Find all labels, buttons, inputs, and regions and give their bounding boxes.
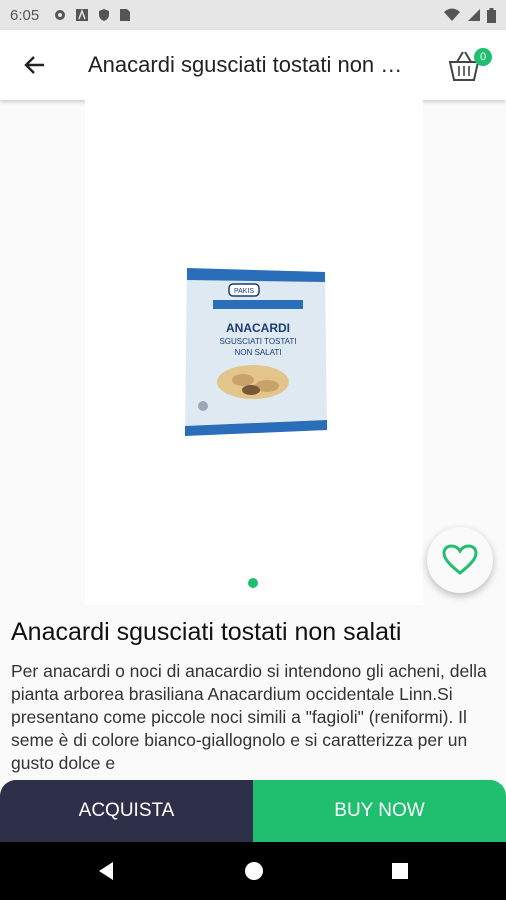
back-arrow-icon (24, 56, 44, 74)
package-brand: PAKIS (234, 288, 254, 295)
product-title: Anacardi sgusciati tostati non salati (11, 618, 402, 646)
back-button[interactable] (0, 30, 70, 100)
battery-icon (487, 7, 496, 23)
shield-icon (99, 9, 110, 21)
favorite-button[interactable] (427, 527, 493, 593)
heart-icon (442, 544, 478, 575)
app-bar: Anacardi sgusciati tostati non … 0 (0, 30, 506, 100)
nav-recents-icon[interactable] (391, 862, 409, 880)
buy-now-button[interactable]: BUY NOW (253, 780, 506, 842)
status-bar: 6:05 (0, 0, 506, 30)
signal-icon (468, 9, 480, 21)
system-navigation-bar (0, 842, 506, 900)
cart-count-badge: 0 (474, 48, 492, 66)
product-bag-image: PAKIS ANACARDI SGUSCIATI TOSTATI NON SAL… (185, 268, 327, 436)
status-time: 6:05 (10, 6, 40, 24)
product-image-carousel[interactable]: PAKIS ANACARDI SGUSCIATI TOSTATI NON SAL… (85, 100, 423, 605)
package-name: ANACARDI (226, 321, 290, 335)
product-description: Per anacardi o noci di anacardio si inte… (11, 661, 487, 773)
wifi-icon (444, 8, 460, 21)
cart-button[interactable]: 0 (448, 42, 492, 86)
nav-home-icon[interactable] (244, 861, 264, 881)
a-icon (76, 8, 89, 21)
package-line-2: SGUSCIATI TOSTATI (219, 337, 296, 346)
sim-icon (120, 9, 131, 21)
settings-icon (55, 10, 66, 20)
nav-back-icon[interactable] (96, 861, 116, 881)
acquista-button[interactable]: ACQUISTA (0, 780, 253, 842)
carousel-page-indicator[interactable] (248, 578, 258, 588)
package-line-3: NON SALATI (235, 348, 282, 357)
page-title: Anacardi sgusciati tostati non … (88, 52, 403, 77)
